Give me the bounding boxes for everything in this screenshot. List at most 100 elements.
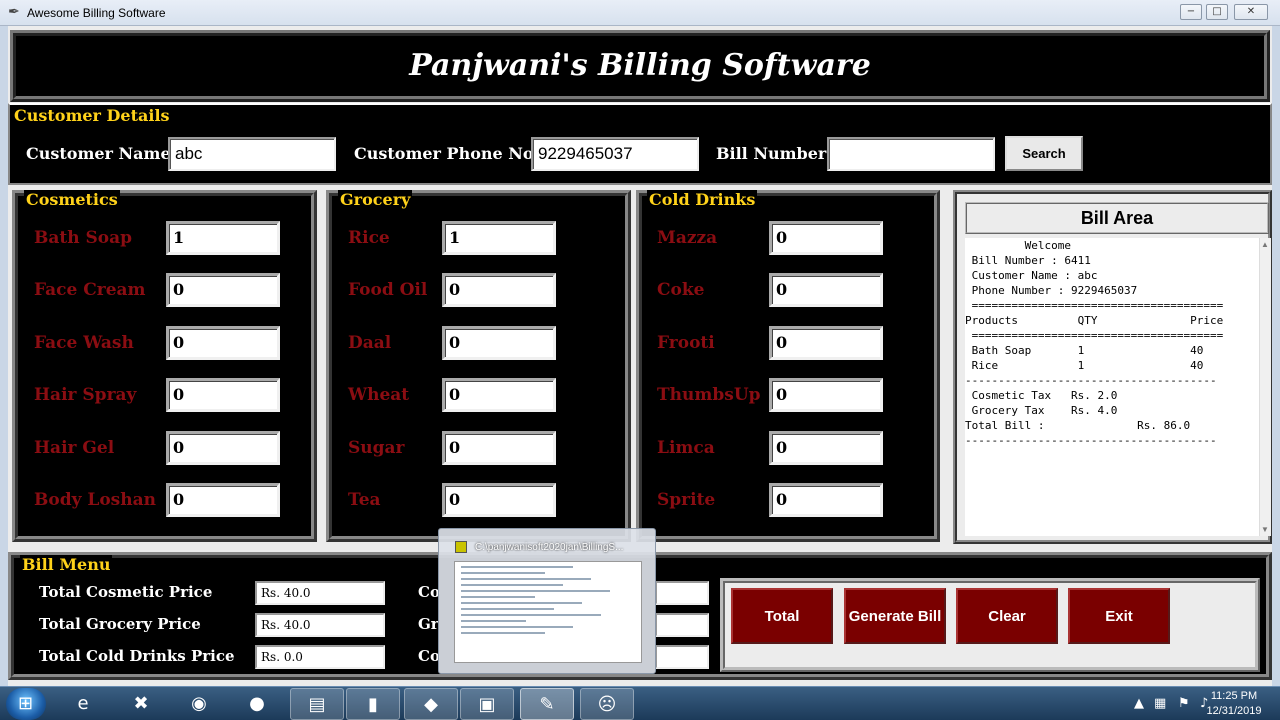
- qty-input-tea[interactable]: 0: [442, 483, 556, 517]
- qty-input-wheat[interactable]: 0: [442, 378, 556, 412]
- total-cosmetic-label: Total Cosmetic Price: [39, 583, 213, 601]
- bill-line: Customer Name : abc: [965, 269, 1098, 282]
- bill-line: ======================================: [965, 329, 1224, 342]
- bill-number-label: Bill Number: [716, 144, 827, 163]
- item-label-body-loshan: Body Loshan: [34, 490, 156, 510]
- bill-line: Total Bill : Rs. 86.0: [965, 419, 1191, 432]
- clock-time: 11:25 PM: [1210, 690, 1258, 702]
- item-label-sugar: Sugar: [348, 438, 405, 458]
- qty-input-face-wash[interactable]: 0: [166, 326, 280, 360]
- bill-line: ======================================: [965, 299, 1224, 312]
- windows-taskbar: ⊞ e ✖ ◉ ● ▤ ▮ ◆ ▣ ✎ ☹ ▲ ▦ ⚑ ♪ 11:25 PM 1…: [0, 686, 1280, 720]
- maximize-button[interactable]: □: [1206, 4, 1228, 20]
- clear-button[interactable]: Clear: [956, 588, 1058, 644]
- total-grocery-label: Total Grocery Price: [39, 615, 201, 633]
- bill-number-input[interactable]: [827, 137, 995, 171]
- qty-input-food-oil[interactable]: 0: [442, 273, 556, 307]
- qty-input-hair-spray[interactable]: 0: [166, 378, 280, 412]
- thumbnail-window-preview: [454, 561, 642, 663]
- customer-phone-input[interactable]: 9229465037: [531, 137, 699, 171]
- qty-input-thumbsup[interactable]: 0: [769, 378, 883, 412]
- grocery-tax-field[interactable]: [655, 613, 709, 637]
- cmd-icon[interactable]: ▮: [346, 688, 400, 720]
- qty-input-bath-soap[interactable]: 1: [166, 221, 280, 255]
- bill-line: Cosmetic Tax Rs. 2.0: [965, 389, 1118, 402]
- customer-name-input[interactable]: abc: [168, 137, 336, 171]
- action-center-icon[interactable]: ⚑: [1178, 696, 1190, 711]
- qty-input-sprite[interactable]: 0: [769, 483, 883, 517]
- qty-input-limca[interactable]: 0: [769, 431, 883, 465]
- total-button[interactable]: Total: [731, 588, 833, 644]
- app-icon[interactable]: ◆: [404, 688, 458, 720]
- bill-line: --------------------------------------: [965, 434, 1217, 447]
- total-cosmetic-field[interactable]: Rs. 40.0: [255, 581, 385, 605]
- grocery-label: Grocery: [338, 190, 413, 209]
- bill-line: Phone Number : 9229465037: [965, 284, 1138, 297]
- total-grocery-field[interactable]: Rs. 40.0: [255, 613, 385, 637]
- item-label-rice: Rice: [348, 228, 390, 248]
- firefox-icon[interactable]: ●: [230, 688, 284, 720]
- generate-bill-button[interactable]: Generate Bill: [844, 588, 946, 644]
- customer-phone-label: Customer Phone No.: [354, 144, 539, 163]
- title-bar: ✒ Awesome Billing Software − □ ✕: [0, 0, 1280, 26]
- item-label-hair-gel: Hair Gel: [34, 438, 115, 458]
- network-icon[interactable]: ▦: [1154, 696, 1166, 711]
- close-button[interactable]: ✕: [1234, 4, 1268, 20]
- taskbar-thumbnail-preview[interactable]: C:\panjwanisoft2020jan\BillingS...: [438, 528, 656, 674]
- ie-icon[interactable]: e: [56, 688, 110, 720]
- qty-input-sugar[interactable]: 0: [442, 431, 556, 465]
- qty-input-body-loshan[interactable]: 0: [166, 483, 280, 517]
- tk-feather-icon: ✒: [8, 4, 20, 20]
- total-cold-drinks-field[interactable]: Rs. 0.0: [255, 645, 385, 669]
- bill-line: Products QTY Price: [965, 314, 1224, 327]
- qty-input-face-cream[interactable]: 0: [166, 273, 280, 307]
- customer-name-label: Customer Name: [26, 144, 171, 163]
- item-label-wheat: Wheat: [348, 385, 410, 405]
- qty-input-hair-gel[interactable]: 0: [166, 431, 280, 465]
- cosmetics-label: Cosmetics: [24, 190, 120, 209]
- item-label-coke: Coke: [657, 280, 705, 300]
- item-label-sprite: Sprite: [657, 490, 716, 510]
- python-icon[interactable]: ☹: [580, 688, 634, 720]
- item-label-mazza: Mazza: [657, 228, 718, 248]
- window-title: Awesome Billing Software: [27, 6, 166, 20]
- item-label-bath-soap: Bath Soap: [34, 228, 133, 248]
- bill-text-area[interactable]: Welcome Bill Number : 6411 Customer Name…: [965, 238, 1259, 536]
- bill-scrollbar[interactable]: ▲ ▼: [1259, 238, 1271, 536]
- item-label-tea: Tea: [348, 490, 381, 510]
- tray-expand-icon[interactable]: ▲: [1134, 696, 1144, 711]
- qty-input-mazza[interactable]: 0: [769, 221, 883, 255]
- cosmetic-tax-field[interactable]: [655, 581, 709, 605]
- cosmetic-tax-label: Co: [418, 583, 440, 601]
- qty-input-daal[interactable]: 0: [442, 326, 556, 360]
- bill-line: Welcome: [965, 239, 1071, 252]
- bill-line: Bill Number : 6411: [965, 254, 1091, 267]
- folder-icon[interactable]: ▤: [290, 688, 344, 720]
- cold-drinks-label: Cold Drinks: [647, 190, 758, 209]
- bill-line: --------------------------------------: [965, 374, 1217, 387]
- start-button[interactable]: ⊞: [6, 688, 46, 720]
- exit-button[interactable]: Exit: [1068, 588, 1170, 644]
- notepad-icon: [455, 541, 467, 553]
- bill-line: Bath Soap 1 40: [965, 344, 1204, 357]
- qty-input-coke[interactable]: 0: [769, 273, 883, 307]
- minimize-button[interactable]: −: [1180, 4, 1202, 20]
- item-label-face-cream: Face Cream: [34, 280, 146, 300]
- chrome-icon[interactable]: ◉: [172, 688, 226, 720]
- cold-drinks-tax-field[interactable]: [655, 645, 709, 669]
- bill-line: Rice 1 40: [965, 359, 1204, 372]
- notepad-taskbar-icon[interactable]: ✎: [520, 688, 574, 720]
- item-label-food-oil: Food Oil: [348, 280, 428, 300]
- qty-input-rice[interactable]: 1: [442, 221, 556, 255]
- cold-drinks-tax-label: Co: [418, 647, 440, 665]
- explorer-icon[interactable]: ▣: [460, 688, 514, 720]
- thumbnail-title: C:\panjwanisoft2020jan\BillingS...: [475, 542, 624, 553]
- search-button[interactable]: Search: [1005, 136, 1083, 171]
- scroll-up-icon[interactable]: ▲: [1261, 240, 1269, 249]
- clock-date: 12/31/2019: [1206, 705, 1262, 717]
- item-label-thumbsup: ThumbsUp: [657, 385, 761, 405]
- xampp-icon[interactable]: ✖: [114, 688, 168, 720]
- qty-input-frooti[interactable]: 0: [769, 326, 883, 360]
- scroll-down-icon[interactable]: ▼: [1261, 525, 1269, 534]
- system-clock[interactable]: 11:25 PM 12/31/2019: [1196, 689, 1272, 719]
